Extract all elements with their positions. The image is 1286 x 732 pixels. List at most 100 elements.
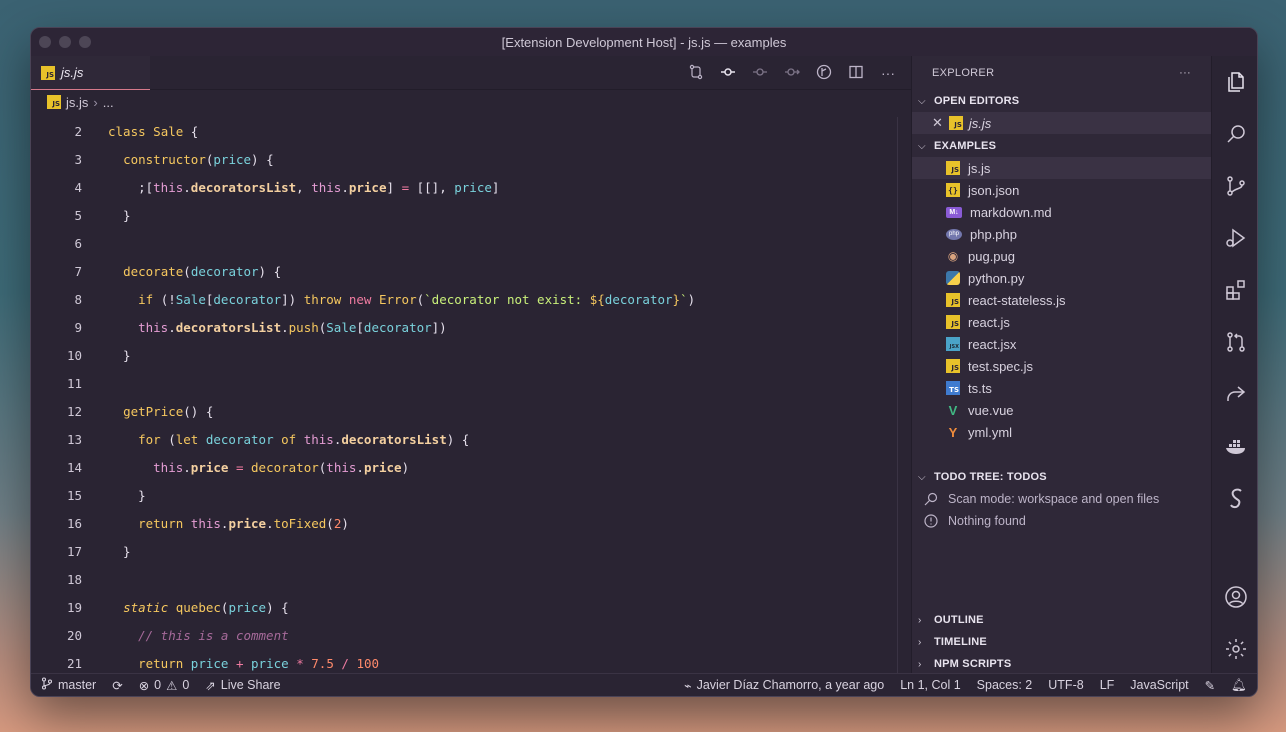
live-share-icon[interactable] (1212, 368, 1257, 420)
code-editor[interactable]: 2 class Sale { 3 constructor(price) { 4 ;… (31, 117, 897, 675)
vue-file-icon: V (948, 402, 958, 418)
split-editor-icon[interactable] (847, 64, 865, 83)
npm-scripts-section[interactable]: › NPM SCRIPTS (912, 653, 1211, 675)
open-editor-label: js.js (968, 115, 992, 131)
file-name: php.php (970, 226, 1017, 242)
file-item[interactable]: ◉ pug.pug (912, 245, 1211, 267)
language-text: JavaScript (1130, 678, 1189, 692)
outline-section[interactable]: › OUTLINE (912, 609, 1211, 631)
gear-icon[interactable] (1212, 623, 1257, 675)
line-number: 8 (74, 291, 82, 307)
todo-tree-section[interactable]: ⌵ TODO TREE: TODOS (912, 466, 1211, 488)
file-name: python.py (968, 270, 1025, 286)
minimize-window-button[interactable] (59, 36, 71, 48)
code-text: getPrice() { (123, 403, 214, 419)
branch-indicator[interactable]: master (41, 677, 96, 693)
json-file-icon: {} (946, 183, 960, 197)
line-number: 3 (74, 151, 82, 167)
previous-commit-icon[interactable] (751, 64, 769, 83)
branch-name: master (58, 678, 97, 692)
file-item[interactable]: JS js.js (912, 157, 1211, 179)
code-line: 2 class Sale { (31, 117, 897, 145)
file-name: react-stateless.js (968, 292, 1066, 308)
cursor-position[interactable]: Ln 1, Col 1 (900, 678, 960, 692)
editor-scrollbar[interactable] (897, 117, 911, 675)
tab-label: js.js (61, 65, 84, 80)
docker-icon[interactable] (1212, 420, 1257, 472)
breadcrumb-symbol[interactable]: ... (103, 95, 114, 110)
open-editors-section[interactable]: ⌵ OPEN EDITORS (912, 90, 1211, 112)
file-item[interactable]: JS test.spec.js (912, 355, 1211, 377)
file-item[interactable]: TS ts.ts (912, 377, 1211, 399)
line-ending[interactable]: LF (1100, 678, 1115, 692)
notifications-button[interactable]: 🔔︎ (1231, 678, 1247, 693)
eol-text: LF (1099, 678, 1115, 692)
extensions-icon[interactable] (1212, 264, 1257, 316)
timeline-section[interactable]: › TIMELINE (912, 631, 1211, 653)
position-text: Ln 1, Col 1 (900, 678, 961, 692)
more-actions-icon[interactable]: ··· (879, 65, 897, 81)
error-icon: ⊗ (138, 678, 150, 693)
stylus-icon[interactable] (1212, 472, 1257, 524)
code-text: ;[this.decoratorsList, this.price] = [[]… (108, 179, 500, 195)
file-item[interactable]: python.py (912, 267, 1211, 289)
js-file-icon: JS (41, 65, 55, 80)
sync-button[interactable]: ⟳ (112, 678, 122, 693)
code-text: this.decoratorsList.push(Sale[decorator]… (138, 319, 447, 335)
file-item[interactable]: Yyml.yml (912, 421, 1211, 443)
editor-actions: ··· (687, 56, 897, 90)
line-number: 18 (66, 571, 82, 587)
encoding[interactable]: UTF-8 (1048, 678, 1083, 692)
breadcrumb-file[interactable]: js.js (66, 95, 88, 110)
section-label: OUTLINE (934, 614, 984, 626)
breadcrumb: JS js.js › ... (31, 91, 911, 113)
code-line: 13 for (let decorator of this.decorators… (31, 425, 897, 453)
line-number: 17 (66, 543, 82, 559)
source-control-icon[interactable] (1212, 160, 1257, 212)
code-line: 8 if (!Sale[decorator]) throw new Error(… (31, 285, 897, 313)
line-number: 2 (74, 123, 82, 139)
editor-area: JS js.js ··· JS js.js › ... 2 class Sale… (31, 56, 911, 675)
git-commit-icon[interactable] (719, 64, 737, 83)
code-text: } (108, 487, 146, 503)
problems-indicator[interactable]: ⊗ 0 ⚠ 0 (139, 678, 190, 693)
examples-section[interactable]: ⌵ EXAMPLES (912, 135, 1211, 157)
file-item[interactable]: Vvue.vue (912, 399, 1211, 421)
gitlens-icon[interactable] (815, 64, 833, 83)
close-window-button[interactable] (39, 36, 51, 48)
todo-scan-mode[interactable]: Scan mode: workspace and open files (912, 488, 1211, 510)
tab-js-js[interactable]: JS js.js (31, 56, 150, 90)
more-icon[interactable]: ··· (1179, 67, 1191, 79)
zoom-window-button[interactable] (79, 36, 91, 48)
pull-requests-icon[interactable] (1212, 316, 1257, 368)
feedback-button[interactable]: ✎ (1205, 678, 1215, 693)
section-label: TODO TREE: TODOS (934, 471, 1047, 483)
file-item[interactable]: JSX react.jsx (912, 333, 1211, 355)
live-share-button[interactable]: ⇗ Live Share (205, 678, 280, 693)
account-icon[interactable] (1212, 571, 1257, 623)
code-line: 3 constructor(price) { (31, 145, 897, 173)
explorer-icon[interactable] (1212, 56, 1257, 108)
code-text: constructor(price) { (123, 151, 274, 167)
run-debug-icon[interactable] (1212, 212, 1257, 264)
file-item[interactable]: M↓ markdown.md (912, 201, 1211, 223)
search-icon[interactable] (1212, 108, 1257, 160)
open-editor-item[interactable]: ✕ JS js.js (912, 112, 1211, 134)
js-file-icon: JS (946, 161, 960, 175)
close-icon[interactable]: ✕ (932, 115, 943, 131)
indentation[interactable]: Spaces: 2 (977, 678, 1033, 692)
sync-icon: ⟳ (112, 678, 123, 693)
file-item[interactable]: JS react.js (912, 311, 1211, 333)
window-title: [Extension Development Host] - js.js — e… (501, 34, 787, 50)
open-changes-icon[interactable] (687, 64, 705, 83)
explorer-sidebar: EXPLORER ··· ⌵ OPEN EDITORS ✕ JS js.js ⌵… (911, 56, 1211, 675)
file-item[interactable]: {} json.json (912, 179, 1211, 201)
live-share-label: Live Share (220, 678, 281, 692)
next-commit-icon[interactable] (783, 64, 801, 83)
language-mode[interactable]: JavaScript (1130, 678, 1188, 692)
git-blame[interactable]: ⌁ Javier Díaz Chamorro, a year ago (684, 678, 884, 693)
file-item[interactable]: php php.php (912, 223, 1211, 245)
section-label: OPEN EDITORS (934, 95, 1020, 107)
code-line: 10 } (31, 341, 897, 369)
file-item[interactable]: JS react-stateless.js (912, 289, 1211, 311)
